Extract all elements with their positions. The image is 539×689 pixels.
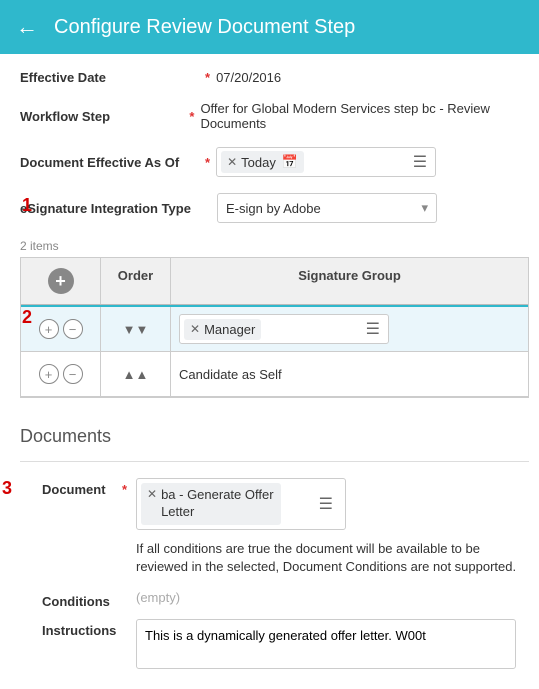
esig-type-value: E-sign by Adobe — [226, 201, 321, 216]
esig-type-select[interactable]: E-sign by Adobe ▾ — [217, 193, 437, 223]
required-marker: * — [122, 478, 136, 530]
move-controls-icon[interactable]: ▲▲ — [123, 367, 149, 382]
add-icon[interactable]: + — [39, 319, 59, 339]
remove-icon[interactable]: − — [63, 319, 83, 339]
list-icon[interactable]: ☰ — [413, 152, 427, 172]
required-marker: * — [205, 70, 210, 85]
required-marker: * — [205, 155, 210, 170]
calendar-icon: 📅 — [282, 154, 298, 170]
remove-icon[interactable]: − — [63, 364, 83, 384]
remove-icon[interactable]: ✕ — [147, 487, 157, 503]
signature-group-input[interactable]: ✕ Manager ☰ — [179, 314, 389, 344]
remove-icon[interactable]: ✕ — [227, 155, 237, 169]
documents-section-title: Documents — [20, 426, 529, 447]
page-header: ← Configure Review Document Step — [0, 0, 539, 54]
effective-date-label: Effective Date — [20, 70, 205, 85]
workflow-step-label: Workflow Step — [20, 109, 189, 124]
conditions-value: (empty) — [136, 590, 180, 609]
pill-text: Today — [241, 155, 276, 170]
doc-effective-input[interactable]: ✕ Today 📅 ☰ — [216, 147, 436, 177]
grid-row[interactable]: + − ▼▼ ✕ Manager ☰ — [21, 305, 528, 352]
add-row-icon[interactable]: + — [48, 268, 74, 294]
workflow-step-value: Offer for Global Modern Services step bc… — [200, 101, 529, 131]
remove-icon[interactable]: ✕ — [190, 322, 200, 336]
move-controls-icon[interactable]: ▼▼ — [123, 322, 149, 337]
page-title: Configure Review Document Step — [54, 16, 355, 39]
esig-type-label: eSignature Integration Type — [20, 201, 205, 216]
annotation-3: 3 — [2, 478, 12, 499]
document-pill[interactable]: ✕ ba - Generate Offer Letter — [141, 483, 281, 525]
add-icon[interactable]: + — [39, 364, 59, 384]
grid-count: 2 items — [20, 239, 529, 253]
conditions-label: Conditions — [42, 590, 122, 609]
pill-text: Manager — [204, 322, 255, 337]
document-label: Document — [42, 478, 122, 530]
annotation-2: 2 — [22, 307, 32, 328]
annotation-1: 1 — [22, 195, 32, 216]
list-icon[interactable]: ☰ — [319, 494, 333, 514]
doc-effective-pill[interactable]: ✕ Today 📅 — [221, 151, 304, 173]
list-icon[interactable]: ☰ — [366, 319, 380, 339]
document-input[interactable]: ✕ ba - Generate Offer Letter ☰ — [136, 478, 346, 530]
grid-row[interactable]: + − ▲▲ Candidate as Self — [21, 352, 528, 397]
effective-date-value: 07/20/2016 — [216, 70, 281, 85]
signature-grid: + Order Signature Group + − ▼▼ ✕ — [20, 257, 529, 398]
required-marker: * — [189, 109, 194, 124]
grid-header-actions: + — [21, 258, 101, 304]
document-help-text: If all conditions are true the document … — [136, 540, 529, 576]
grid-header-order: Order — [101, 258, 171, 304]
doc-effective-label: Document Effective As Of — [20, 155, 205, 170]
chevron-down-icon: ▾ — [421, 200, 428, 216]
pill-text: ba - Generate Offer Letter — [161, 487, 275, 521]
signature-pill[interactable]: ✕ Manager — [184, 319, 261, 340]
instructions-textarea[interactable] — [136, 619, 516, 669]
back-arrow-icon[interactable]: ← — [16, 14, 38, 40]
grid-header-signature-group: Signature Group — [171, 258, 528, 304]
signature-group-value: Candidate as Self — [179, 367, 282, 382]
instructions-label: Instructions — [42, 619, 122, 669]
